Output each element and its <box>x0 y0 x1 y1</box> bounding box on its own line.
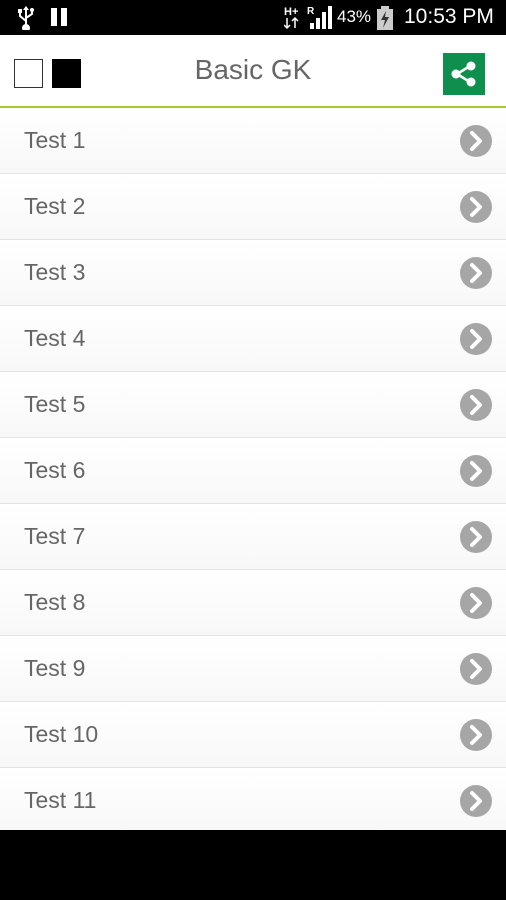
chevron-right-icon <box>460 719 492 751</box>
list-item[interactable]: Test 5 <box>0 372 506 438</box>
list-item-label: Test 2 <box>24 193 86 219</box>
page-title: Basic GK <box>194 54 312 85</box>
chevron-right-icon <box>460 323 492 355</box>
list-item[interactable]: Test 4 <box>0 306 506 372</box>
list-item[interactable]: Test 9 <box>0 636 506 702</box>
list-item-label: Test 6 <box>24 457 86 483</box>
network-label: H+ <box>284 6 298 18</box>
list-item[interactable]: Test 11 <box>0 768 506 830</box>
list-item[interactable]: Test 6 <box>0 438 506 504</box>
list-item-label: Test 10 <box>24 721 99 747</box>
list-item[interactable]: Test 10 <box>0 702 506 768</box>
list-item[interactable]: Test 7 <box>0 504 506 570</box>
list-item-label: Test 11 <box>24 787 97 813</box>
chevron-right-icon <box>460 257 492 289</box>
navigation-area <box>0 830 506 900</box>
pause-icon <box>51 8 67 26</box>
roaming-label: R <box>307 6 315 17</box>
list-item-label: Test 9 <box>24 655 86 681</box>
share-icon <box>451 61 476 87</box>
list-item-label: Test 7 <box>24 523 86 549</box>
chevron-right-icon <box>460 587 492 619</box>
list-item[interactable]: Test 8 <box>0 570 506 636</box>
chevron-right-icon <box>460 521 492 553</box>
list-item[interactable]: Test 2 <box>0 174 506 240</box>
list-item[interactable]: Test 1 <box>0 108 506 174</box>
chevron-right-icon <box>460 389 492 421</box>
list-item-label: Test 1 <box>24 127 86 153</box>
chevron-right-icon <box>460 785 492 817</box>
usb-icon <box>18 6 34 30</box>
share-button[interactable] <box>443 53 485 95</box>
test-list: Test 1 Test 2 Test 3 Test 4 Test 5 Test … <box>0 108 506 830</box>
battery-percent: 43% <box>337 7 372 26</box>
list-item-label: Test 4 <box>24 325 86 351</box>
list-item-label: Test 8 <box>24 589 86 615</box>
chevron-right-icon <box>460 653 492 685</box>
status-bar: H+ R 43% 10:53 PM <box>0 0 506 35</box>
screen: H+ R 43% 10:53 PM Basic GK Test 1 Test 2… <box>0 0 506 900</box>
signal-icon: H+ R <box>284 6 332 30</box>
chevron-right-icon <box>460 125 492 157</box>
list-item-label: Test 5 <box>24 391 86 417</box>
list-item-label: Test 3 <box>24 259 86 285</box>
chevron-right-icon <box>460 455 492 487</box>
app-bar: Basic GK <box>0 35 506 108</box>
list-item[interactable]: Test 3 <box>0 240 506 306</box>
battery-charging-icon <box>377 6 393 30</box>
chevron-right-icon <box>460 191 492 223</box>
status-time: 10:53 PM <box>404 5 494 28</box>
